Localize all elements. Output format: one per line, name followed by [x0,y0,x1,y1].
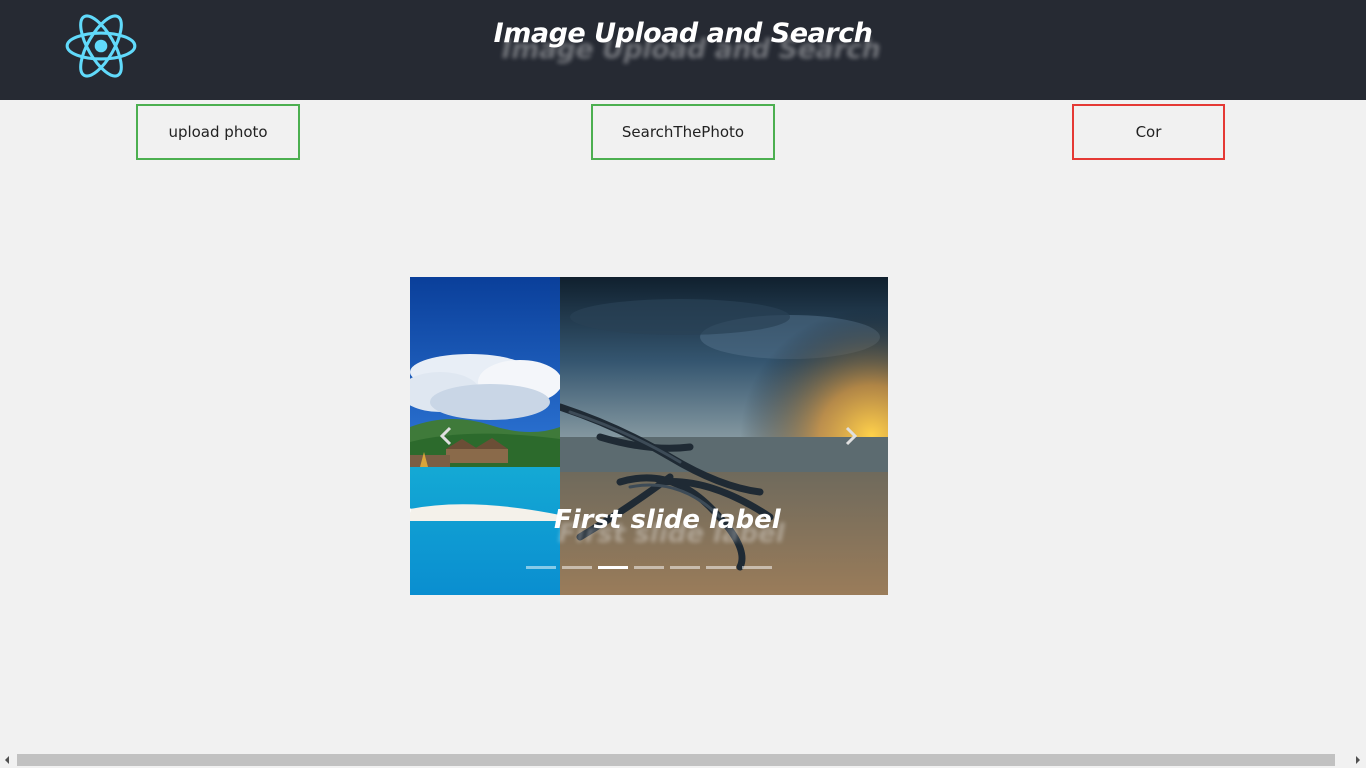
page-title: Image Upload and Search [493,18,873,49]
horizontal-scrollbar[interactable] [0,752,1366,768]
slide-caption-partial: i [410,505,411,535]
carousel-indicator[interactable] [706,566,736,569]
scrollbar-thumb[interactable] [17,754,1335,766]
slide-caption: First slide label [554,505,781,535]
carousel-slide-tropical: i [410,277,560,595]
carousel-indicator[interactable] [742,566,772,569]
search-photo-button[interactable]: SearchThePhoto [591,104,775,160]
carousel-indicators [526,566,772,569]
carousel-slide-sunset [560,277,888,595]
carousel-indicator[interactable] [634,566,664,569]
carousel-indicator[interactable] [526,566,556,569]
carousel-indicator[interactable] [670,566,700,569]
chevron-left-icon [439,426,452,446]
carousel-prev-button[interactable] [436,422,456,450]
image-carousel: i [410,277,888,595]
upload-photo-button[interactable]: upload photo [136,104,300,160]
driftwood-sunset-photo [560,277,888,595]
chevron-right-icon [845,426,858,446]
carousel-indicator-active[interactable] [598,566,628,569]
tropical-beach-photo [410,277,560,595]
scroll-right-arrow-icon[interactable] [1356,756,1360,764]
cor-button[interactable]: Cor [1072,104,1225,160]
carousel-next-button[interactable] [841,422,861,450]
app-header: Image Upload and Search [0,0,1366,100]
scroll-left-arrow-icon[interactable] [5,756,9,764]
carousel-indicator[interactable] [562,566,592,569]
